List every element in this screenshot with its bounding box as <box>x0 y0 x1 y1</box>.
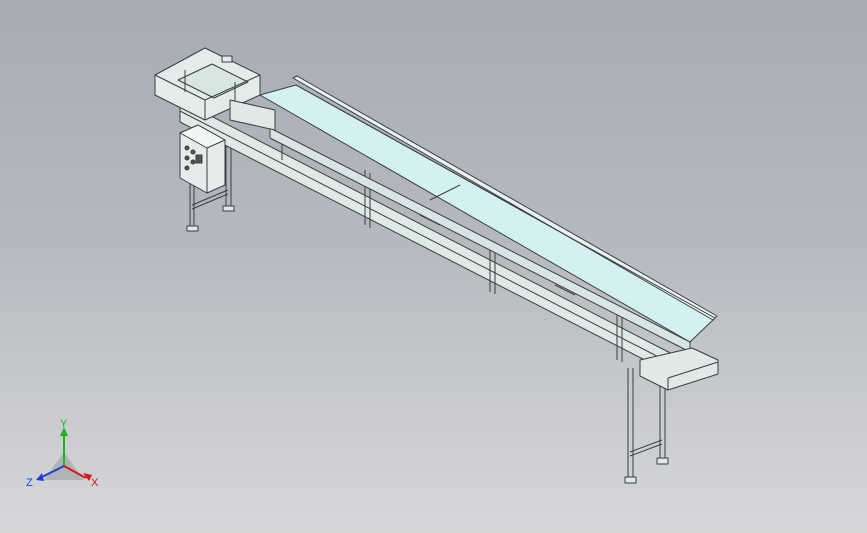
z-axis-label: Z <box>26 477 33 489</box>
belt-side-panel <box>269 127 691 353</box>
3d-viewport[interactable]: Y X Z <box>0 0 867 533</box>
y-axis-label: Y <box>60 418 68 430</box>
axis-triad[interactable]: Y X Z <box>22 418 106 496</box>
x-axis-label: X <box>91 477 99 489</box>
z-axis-arrow-icon <box>36 473 44 481</box>
conveyor-model[interactable] <box>0 0 867 533</box>
conveyor-belt <box>259 84 716 343</box>
